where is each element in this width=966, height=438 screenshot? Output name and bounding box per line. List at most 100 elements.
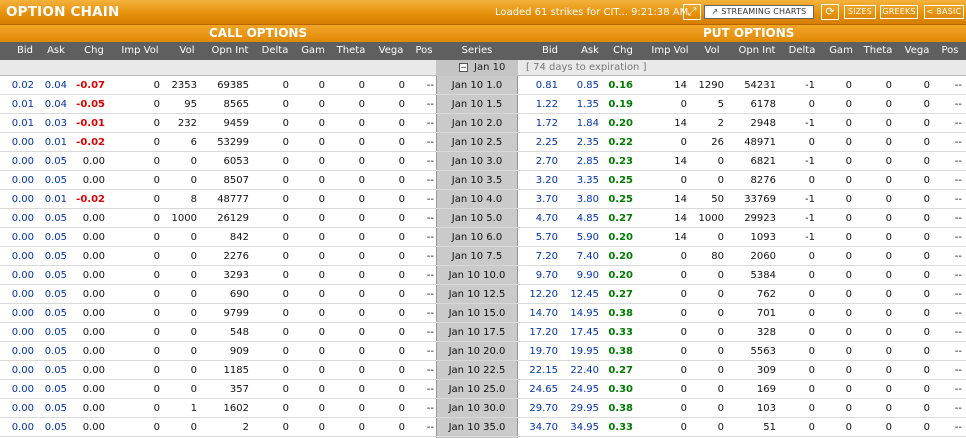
option-row[interactable]: 0.00 0.05 0.00 0 0 548 0 0 0 0 -- Jan 10 17.5 17.20 1… xyxy=(0,323,966,342)
option-row[interactable]: 0.00 0.05 0.00 0 0 2276 0 0 0 0 -- Jan 10 7.5 7.20 7.… xyxy=(0,247,966,266)
option-row[interactable]: 0.00 0.05 0.00 0 0 2 0 0 0 0 -- Jan 10 35.0 34.70 34.… xyxy=(0,418,966,437)
option-row[interactable]: 0.00 0.05 0.00 0 0 690 0 0 0 0 -- Jan 10 12.5 12.20 1… xyxy=(0,285,966,304)
greeks-button[interactable]: GREEKS xyxy=(880,5,918,19)
option-row[interactable]: 0.00 0.01 -0.02 0 8 48777 0 0 0 0 -- Jan 10 4.0 3.70… xyxy=(0,190,966,209)
option-row[interactable]: 0.00 0.05 0.00 0 0 357 0 0 0 0 -- Jan 10 25.0 24.65 2… xyxy=(0,380,966,399)
option-row[interactable]: 0.00 0.05 0.00 0 0 6053 0 0 0 0 -- Jan 10 3.0 2.70 2.… xyxy=(0,152,966,171)
put-bid-cell: 12.20 xyxy=(529,289,558,300)
call-pos-cell: -- xyxy=(426,194,434,205)
put-chg-cell: 0.20 xyxy=(608,118,633,129)
call-ask-cell: 0.01 xyxy=(44,137,67,148)
option-row[interactable]: 0.00 0.05 0.00 0 0 9799 0 0 0 0 -- Jan 10 15.0 14.70… xyxy=(0,304,966,323)
option-row[interactable]: 0.00 0.05 0.00 0 1000 26129 0 0 0 0 -- Jan 10 5.0 4.… xyxy=(0,209,966,228)
call-vega-cell: 0 xyxy=(398,213,405,224)
call-vega-cell: 0 xyxy=(398,232,405,243)
call-delta-cell: 0 xyxy=(282,403,289,414)
put-bid-cell: 4.70 xyxy=(535,213,558,224)
series-cell: Jan 10 6.0 xyxy=(451,232,503,243)
streaming-charts-button[interactable]: ↗ STREAMING CHARTS xyxy=(704,5,814,19)
put-pos-cell: -- xyxy=(954,365,962,376)
call-theta-cell: 0 xyxy=(358,251,365,262)
put-opn-int-cell: 2060 xyxy=(750,251,776,262)
put-bid-cell: 34.70 xyxy=(529,422,558,433)
put-bid-cell: 0.81 xyxy=(535,80,558,91)
call-delta-cell: 0 xyxy=(282,213,289,224)
series-cell: Jan 10 5.0 xyxy=(451,213,503,224)
expand-icon[interactable]: ⤢ xyxy=(683,4,701,20)
collapse-toggle-icon[interactable]: − xyxy=(459,63,468,72)
put-chg-cell: 0.38 xyxy=(608,346,633,357)
call-vol-cell: 0 xyxy=(190,365,197,376)
call-vol-cell: 2353 xyxy=(171,80,197,91)
call-imp-vol-cell: 0 xyxy=(153,99,160,110)
call-chg-cell: 0.00 xyxy=(82,251,105,262)
series-cell: Jan 10 30.0 xyxy=(448,403,506,414)
put-chg-cell: 0.38 xyxy=(608,403,633,414)
put-ask-cell: 17.45 xyxy=(570,327,599,338)
call-imp-vol-cell: 0 xyxy=(153,365,160,376)
call-pos-cell: -- xyxy=(426,137,434,148)
sizes-button[interactable]: SIZES xyxy=(844,5,876,19)
put-delta-cell: 0 xyxy=(808,270,815,281)
call-ask-cell: 0.05 xyxy=(44,327,67,338)
put-bid-cell: 1.22 xyxy=(535,99,558,110)
option-row[interactable]: 0.00 0.05 0.00 0 0 842 0 0 0 0 -- Jan 10 6.0 5.70 5.9… xyxy=(0,228,966,247)
option-row[interactable]: 0.00 0.05 0.00 0 0 8507 0 0 0 0 -- Jan 10 3.5 3.20 3.… xyxy=(0,171,966,190)
expiration-row[interactable]: − Jan 10 [ 74 days to expiration ] xyxy=(0,60,966,76)
series-header[interactable]: Series xyxy=(447,45,507,56)
put-vol-cell: 50 xyxy=(711,194,724,205)
put-chg-cell: 0.20 xyxy=(608,270,633,281)
call-opn-int-cell: 6053 xyxy=(223,156,249,167)
call-theta-cell: 0 xyxy=(358,137,365,148)
put-pos-cell: -- xyxy=(954,194,962,205)
put-chg-cell: 0.33 xyxy=(608,327,633,338)
call-chg-cell: 0.00 xyxy=(82,308,105,319)
put-delta-cell: 0 xyxy=(808,365,815,376)
option-row[interactable]: 0.00 0.05 0.00 0 1 1602 0 0 0 0 -- Jan 10 30.0 29.70… xyxy=(0,399,966,418)
put-imp-vol-cell: 14 xyxy=(674,194,687,205)
put-ask-cell: 0.85 xyxy=(576,80,599,91)
put-theta-cell: 0 xyxy=(885,327,892,338)
put-bid-cell: 29.70 xyxy=(529,403,558,414)
basic-button[interactable]: < BASIC xyxy=(924,5,964,19)
put-delta-cell: 0 xyxy=(808,384,815,395)
put-opn-int-cell: 51 xyxy=(763,422,776,433)
put-theta-cell: 0 xyxy=(885,80,892,91)
put-opn-int-cell: 1093 xyxy=(750,232,776,243)
call-vega-cell: 0 xyxy=(398,175,405,186)
put-ask-cell: 3.80 xyxy=(576,194,599,205)
option-row[interactable]: 0.01 0.04 -0.05 0 95 8565 0 0 0 0 -- Jan 10 1.5 1.22… xyxy=(0,95,966,114)
call-imp-vol-cell: 0 xyxy=(153,251,160,262)
call-gam-cell: 0 xyxy=(318,327,325,338)
call-bid-cell: 0.02 xyxy=(11,80,34,91)
call-chg-cell: 0.00 xyxy=(82,365,105,376)
put-opn-int-cell: 328 xyxy=(756,327,776,338)
option-row[interactable]: 0.00 0.01 -0.02 0 6 53299 0 0 0 0 -- Jan 10 2.5 2.25… xyxy=(0,133,966,152)
put-ask-cell: 1.84 xyxy=(576,118,599,129)
call-header-pos[interactable]: Pos xyxy=(394,45,454,56)
refresh-icon[interactable]: ⟳ xyxy=(821,4,839,20)
put-vol-cell: 0 xyxy=(717,346,724,357)
series-cell: Jan 10 20.0 xyxy=(448,346,506,357)
option-row[interactable]: 0.01 0.03 -0.01 0 232 9459 0 0 0 0 -- Jan 10 2.0 1.7… xyxy=(0,114,966,133)
option-row[interactable]: 0.00 0.05 0.00 0 0 909 0 0 0 0 -- Jan 10 20.0 19.70 1… xyxy=(0,342,966,361)
call-opn-int-cell: 548 xyxy=(229,327,249,338)
option-row[interactable]: 0.02 0.04 -0.07 0 2353 69385 0 0 0 0 -- Jan 10 1.0 0… xyxy=(0,76,966,95)
section-bar: CALL OPTIONS PUT OPTIONS xyxy=(0,25,966,42)
put-chg-cell: 0.25 xyxy=(608,194,633,205)
put-chg-cell: 0.19 xyxy=(608,99,633,110)
put-bid-cell: 14.70 xyxy=(529,308,558,319)
put-ask-cell: 4.85 xyxy=(576,213,599,224)
call-theta-cell: 0 xyxy=(358,365,365,376)
option-row[interactable]: 0.00 0.05 0.00 0 0 1185 0 0 0 0 -- Jan 10 22.5 22.15… xyxy=(0,361,966,380)
option-row[interactable]: 0.00 0.05 0.00 0 0 3293 0 0 0 0 -- Jan 10 10.0 9.70 9… xyxy=(0,266,966,285)
put-theta-cell: 0 xyxy=(885,251,892,262)
call-vol-cell: 6 xyxy=(190,137,197,148)
series-cell: Jan 10 1.0 xyxy=(451,80,503,91)
call-theta-cell: 0 xyxy=(358,118,365,129)
put-ask-cell: 1.35 xyxy=(576,99,599,110)
put-header-pos[interactable]: Pos xyxy=(920,45,966,56)
call-gam-cell: 0 xyxy=(318,422,325,433)
put-bid-cell: 3.70 xyxy=(535,194,558,205)
put-theta-cell: 0 xyxy=(885,232,892,243)
